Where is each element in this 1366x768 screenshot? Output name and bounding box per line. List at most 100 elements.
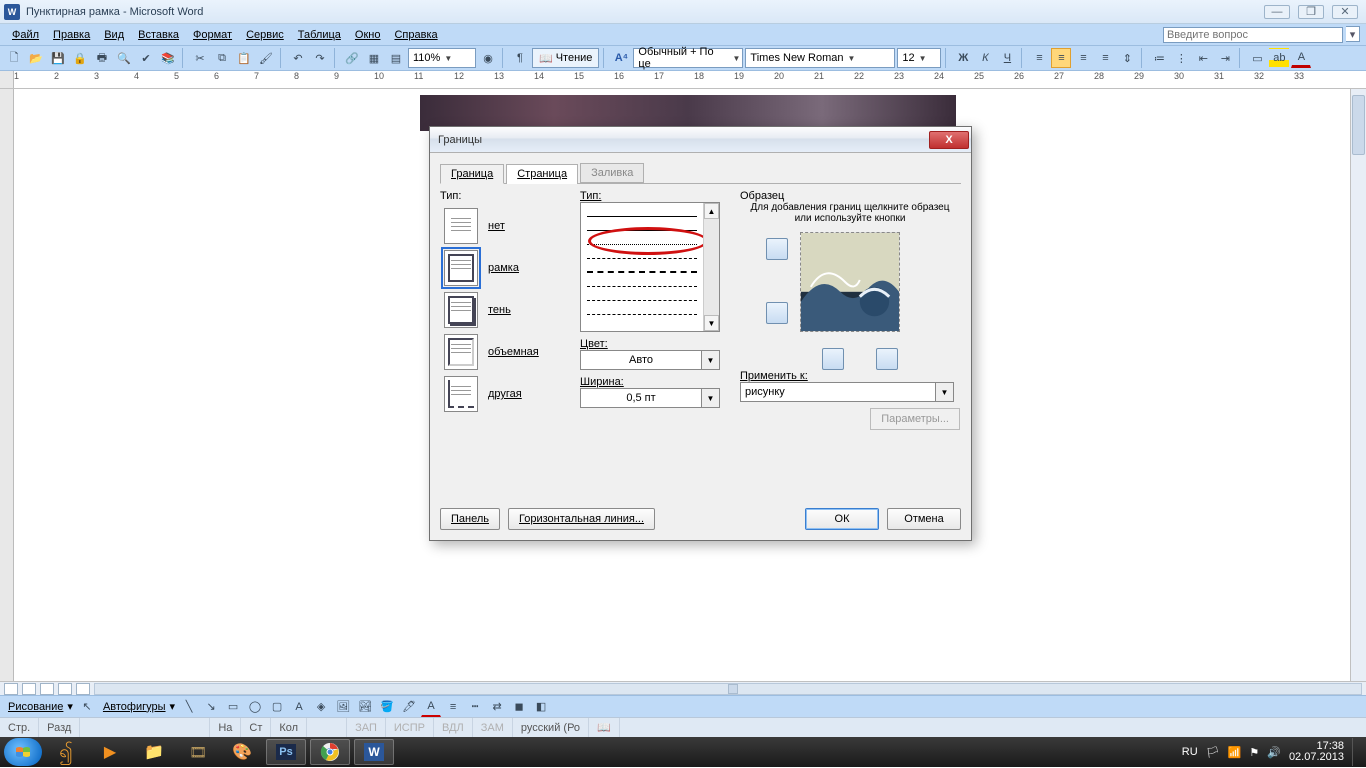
align-left-icon[interactable]: ≡ — [1029, 48, 1049, 68]
toolbar-button[interactable]: Панель — [440, 508, 500, 530]
show-marks-icon[interactable]: ¶ — [510, 48, 530, 68]
apply-to-combo[interactable]: рисунку ▼ — [740, 382, 954, 402]
styles-pane-icon[interactable]: A⁴ — [611, 48, 631, 68]
format-painter-icon[interactable]: 🖌 — [256, 48, 276, 68]
minimize-button[interactable]: ― — [1264, 5, 1290, 19]
task-explorer-icon[interactable]: 📁 — [134, 739, 174, 765]
border-bottom-button[interactable] — [766, 302, 788, 324]
redo-icon[interactable]: ↷ — [310, 48, 330, 68]
tray-clock[interactable]: 17:38 02.07.2013 — [1289, 741, 1344, 763]
line-color-icon[interactable]: 🖊 — [399, 697, 419, 717]
cut-icon[interactable]: ✂ — [190, 48, 210, 68]
horizontal-scrollbar[interactable] — [94, 683, 1362, 695]
cancel-button[interactable]: Отмена — [887, 508, 961, 530]
width-combo[interactable]: 0,5 пт ▼ — [580, 388, 720, 408]
arrow-style-icon[interactable]: ⇄ — [487, 697, 507, 717]
help-icon[interactable]: ◉ — [478, 48, 498, 68]
menu-help[interactable]: Справка — [388, 27, 443, 43]
task-paint-icon[interactable]: 🎨 — [222, 739, 262, 765]
border-right-button[interactable] — [876, 348, 898, 370]
help-search-input[interactable] — [1163, 27, 1343, 43]
status-ext[interactable]: ВДЛ — [434, 718, 473, 737]
insert-table-icon[interactable]: ▤ — [386, 48, 406, 68]
save-icon[interactable]: 💾 — [48, 48, 68, 68]
setting-custom-icon[interactable] — [444, 376, 478, 412]
tray-flag-icon[interactable]: 🏳 — [1206, 746, 1220, 759]
paste-icon[interactable]: 📋 — [234, 48, 254, 68]
hyperlink-icon[interactable]: 🔗 — [342, 48, 362, 68]
border-left-button[interactable] — [822, 348, 844, 370]
border-top-button[interactable] — [766, 238, 788, 260]
color-combo[interactable]: Авто ▼ — [580, 350, 720, 370]
fill-color-icon[interactable]: 🪣 — [377, 697, 397, 717]
menu-format[interactable]: Формат — [187, 27, 238, 43]
scroll-up-icon[interactable]: ▲ — [704, 203, 719, 219]
close-button[interactable]: ✕ — [1332, 5, 1358, 19]
status-book-icon[interactable]: 📖 — [589, 718, 620, 737]
oval-icon[interactable]: ◯ — [245, 697, 265, 717]
task-word-icon[interactable]: W — [354, 739, 394, 765]
line-spacing-icon[interactable]: ⇕ — [1117, 48, 1137, 68]
tab-fill[interactable]: Заливка — [580, 163, 644, 183]
bold-icon[interactable]: Ж — [953, 48, 973, 68]
menu-file[interactable]: Файл — [6, 27, 45, 43]
document-page[interactable]: Границы X Граница Страница Заливка Тип: … — [14, 89, 1350, 681]
setting-none-icon[interactable] — [444, 208, 478, 244]
status-trk[interactable]: ИСПР — [386, 718, 434, 737]
font-color-draw-icon[interactable]: A — [421, 697, 441, 717]
normal-view-icon[interactable] — [4, 683, 18, 695]
align-center-icon[interactable]: ≡ — [1051, 48, 1071, 68]
font-color-icon[interactable]: A — [1291, 48, 1311, 68]
menu-insert[interactable]: Вставка — [132, 27, 185, 43]
drawing-menu[interactable]: Рисование ▾ — [4, 697, 75, 717]
tab-page[interactable]: Страница — [506, 164, 578, 184]
menu-edit[interactable]: Правка — [47, 27, 96, 43]
wordart-icon[interactable]: A — [289, 697, 309, 717]
dialog-close-button[interactable]: X — [929, 131, 969, 149]
tray-network-icon[interactable]: 📶 — [1228, 746, 1242, 759]
highlight-icon[interactable]: ab — [1269, 48, 1289, 68]
increase-indent-icon[interactable]: ⇥ — [1215, 48, 1235, 68]
shadow-style-icon[interactable]: ◼ — [509, 697, 529, 717]
diagram-icon[interactable]: ◈ — [311, 697, 331, 717]
maximize-button[interactable]: ❐ — [1298, 5, 1324, 19]
open-icon[interactable]: 📂 — [26, 48, 46, 68]
reading-view-icon[interactable] — [76, 683, 90, 695]
underline-icon[interactable]: Ч — [997, 48, 1017, 68]
setting-box-icon[interactable] — [444, 250, 478, 286]
vertical-scrollbar[interactable] — [1350, 89, 1366, 681]
task-aimp-icon[interactable]: ၍ — [46, 739, 86, 765]
permission-icon[interactable]: 🔒 — [70, 48, 90, 68]
3d-style-icon[interactable]: ◧ — [531, 697, 551, 717]
task-photoshop-icon[interactable]: Ps — [266, 739, 306, 765]
dash-style-icon[interactable]: ┅ — [465, 697, 485, 717]
italic-icon[interactable]: К — [975, 48, 995, 68]
web-view-icon[interactable] — [22, 683, 36, 695]
task-chrome-icon[interactable] — [310, 739, 350, 765]
line-icon[interactable]: ╲ — [179, 697, 199, 717]
copy-icon[interactable]: ⧉ — [212, 48, 232, 68]
print-view-icon[interactable] — [40, 683, 54, 695]
tab-border[interactable]: Граница — [440, 164, 504, 184]
scroll-down-icon[interactable]: ▼ — [704, 315, 719, 331]
menu-table[interactable]: Таблица — [292, 27, 347, 43]
align-right-icon[interactable]: ≡ — [1073, 48, 1093, 68]
menu-window[interactable]: Окно — [349, 27, 387, 43]
picture-icon[interactable]: 🏞 — [355, 697, 375, 717]
zoom-combo[interactable]: 110%▼ — [408, 48, 476, 68]
size-combo[interactable]: 12▼ — [897, 48, 941, 68]
tray-action-icon[interactable]: ⚑ — [1249, 746, 1259, 759]
outline-view-icon[interactable] — [58, 683, 72, 695]
setting-3d-icon[interactable] — [444, 334, 478, 370]
tables-borders-icon[interactable]: ▦ — [364, 48, 384, 68]
task-wmp-icon[interactable]: ▶ — [90, 739, 130, 765]
tray-lang[interactable]: RU — [1182, 746, 1198, 758]
textbox-icon[interactable]: ▢ — [267, 697, 287, 717]
horizontal-line-button[interactable]: Горизонтальная линия... — [508, 508, 655, 530]
undo-icon[interactable]: ↶ — [288, 48, 308, 68]
menu-view[interactable]: Вид — [98, 27, 130, 43]
help-dropdown-icon[interactable]: ▾ — [1346, 26, 1360, 42]
line-style-list[interactable]: ▲ ▼ — [580, 202, 720, 332]
preview-image[interactable] — [800, 232, 900, 332]
horizontal-ruler[interactable]: 1234567891011121314151617181920212223242… — [0, 71, 1366, 89]
